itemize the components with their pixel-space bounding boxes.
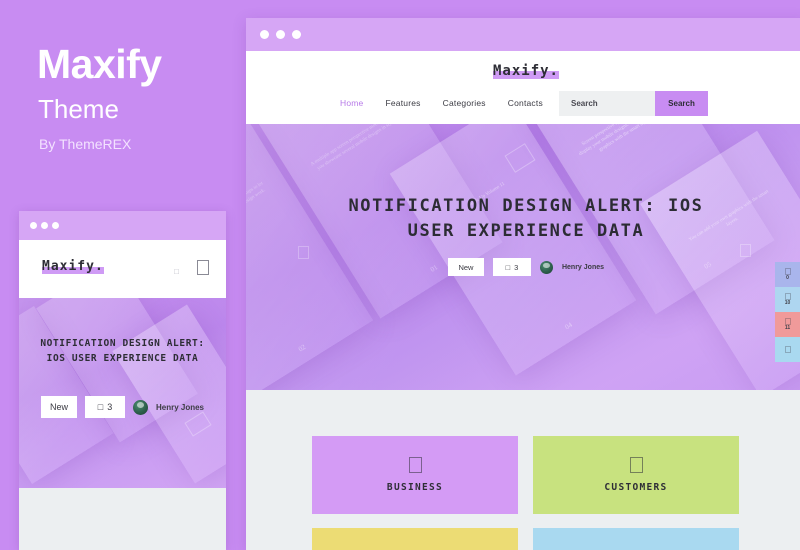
nav-item-features[interactable]: Features xyxy=(385,98,420,108)
search-input[interactable]: Search xyxy=(559,91,660,116)
minimize-dot[interactable] xyxy=(276,30,285,39)
mobile-hero-title: NOTIFICATION DESIGN ALERT: IOS USER EXPE… xyxy=(40,338,205,364)
mobile-hero: NOTIFICATION DESIGN ALERT: IOS USER EXPE… xyxy=(19,298,226,488)
close-dot[interactable] xyxy=(30,222,37,229)
hero-overlay xyxy=(246,124,800,390)
categories-grid: BUSINESS CUSTOMERS xyxy=(312,436,739,550)
comment-icon: □ xyxy=(97,402,104,412)
comment-count: 3 xyxy=(514,262,519,272)
hero-section: A new series of perspective screen app m… xyxy=(246,124,800,390)
share-pinterest-button[interactable]: 11 xyxy=(775,312,800,337)
category-card-business[interactable]: BUSINESS xyxy=(312,436,518,514)
nav-item-home[interactable]: Home xyxy=(340,98,363,108)
comment-count-badge[interactable]: □ 3 xyxy=(84,396,125,418)
social-share-rail: 0 10 11 xyxy=(775,262,800,362)
author-name[interactable]: Henry Jones xyxy=(562,264,604,271)
window-dots xyxy=(260,30,301,39)
nav-item-contacts[interactable]: Contacts xyxy=(508,98,543,108)
pinterest-icon xyxy=(784,318,791,325)
main-titlebar xyxy=(246,18,800,51)
close-dot[interactable] xyxy=(260,30,269,39)
hero-title: NOTIFICATION DESIGN ALERT: IOS USER EXPE… xyxy=(348,196,704,241)
share-twitter-button[interactable]: 10 xyxy=(775,287,800,312)
nav-item-categories[interactable]: Categories xyxy=(443,98,486,108)
mobile-preview-window: Maxify. □ NOTIFICATION DESIGN ALERT: IOS… xyxy=(19,211,226,550)
category-card-3[interactable] xyxy=(312,528,518,550)
minimize-dot[interactable] xyxy=(41,222,48,229)
categories-section: BUSINESS CUSTOMERS xyxy=(246,390,800,550)
new-badge: New xyxy=(447,258,484,276)
share-twitter-count: 10 xyxy=(784,300,791,306)
promo-subtitle: Theme xyxy=(38,94,119,124)
category-icon xyxy=(629,457,643,473)
comment-count: 3 xyxy=(107,402,113,412)
main-browser-window: Maxify. Home Features Categories Contact… xyxy=(246,18,800,550)
promo-title: Maxify xyxy=(37,41,162,87)
mobile-hero-meta: New □ 3 Henry Jones xyxy=(19,396,226,418)
category-label: BUSINESS xyxy=(386,482,444,493)
site-header: Maxify. Home Features Categories Contact… xyxy=(246,51,800,124)
author-avatar xyxy=(132,399,148,415)
main-navigation: Home Features Categories Contacts xyxy=(340,98,543,108)
promo-author: By ThemeREX xyxy=(39,136,132,152)
category-card-customers[interactable]: CUSTOMERS xyxy=(533,436,739,514)
mobile-content-section xyxy=(19,488,226,550)
category-icon xyxy=(408,457,422,473)
maximize-dot[interactable] xyxy=(292,30,301,39)
mobile-site-logo[interactable]: Maxify. xyxy=(42,259,104,274)
new-badge: New xyxy=(40,396,77,418)
maximize-dot[interactable] xyxy=(52,222,59,229)
site-logo[interactable]: Maxify. xyxy=(492,63,559,79)
share-facebook-button[interactable]: 0 xyxy=(775,262,800,287)
search-button[interactable]: Search xyxy=(655,91,708,116)
site-logo-wrap: Maxify. xyxy=(246,62,800,80)
hero-overlay xyxy=(19,298,226,488)
twitter-icon xyxy=(784,293,791,300)
mobile-titlebar xyxy=(19,211,226,240)
share-facebook-count: 0 xyxy=(786,275,789,281)
comment-icon: □ xyxy=(505,262,511,272)
share-linkedin-button[interactable] xyxy=(775,337,800,362)
mobile-search-icon[interactable]: □ xyxy=(174,267,179,276)
window-dots xyxy=(30,222,59,229)
author-avatar xyxy=(539,260,553,274)
author-name[interactable]: Henry Jones xyxy=(156,403,204,412)
category-label: CUSTOMERS xyxy=(604,482,668,493)
mobile-site-header: Maxify. □ xyxy=(19,240,226,298)
hero-meta: New □ 3 Henry Jones xyxy=(246,258,800,276)
facebook-icon xyxy=(784,268,791,275)
screenshot-root: Maxify Theme By ThemeREX Maxify. □ NOTIF… xyxy=(0,0,800,550)
linkedin-icon xyxy=(784,346,791,353)
share-pinterest-count: 11 xyxy=(784,325,791,331)
mobile-menu-icon[interactable] xyxy=(197,260,209,275)
comment-count-badge[interactable]: □ 3 xyxy=(492,258,531,276)
category-card-4[interactable] xyxy=(533,528,739,550)
